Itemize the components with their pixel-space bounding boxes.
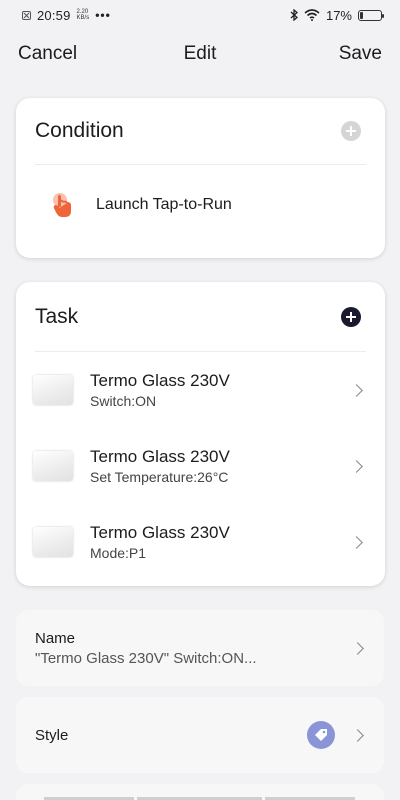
name-label: Name: [35, 629, 76, 647]
name-text: Name "Termo Glass 230V" Switch:ON...: [35, 630, 353, 667]
top-bar: Cancel Edit Save: [0, 36, 400, 72]
style-badge: [307, 721, 335, 749]
device-thumbnail: [33, 451, 73, 481]
tag-icon: [315, 729, 327, 741]
style-label: Style: [35, 726, 69, 744]
network-speed-unit: KB/s: [76, 15, 90, 21]
condition-item[interactable]: Launch Tap-to-Run: [16, 165, 385, 245]
task-text: Termo Glass 230V Mode:P1: [90, 523, 352, 561]
status-left: 20:59 2.20 KB/s •••: [22, 8, 111, 23]
battery-level: [360, 11, 364, 19]
task-item[interactable]: Termo Glass 230V Switch:ON: [16, 352, 385, 428]
chevron-right-icon: [351, 641, 364, 655]
chevron-right-icon: [350, 535, 363, 549]
chevron-right-icon: [350, 383, 363, 397]
wifi-icon: [304, 9, 320, 21]
name-row[interactable]: Name "Termo Glass 230V" Switch:ON...: [16, 610, 384, 686]
add-task-icon[interactable]: [341, 306, 361, 327]
more-notifications-icon: •••: [95, 8, 111, 22]
task-device-name: Termo Glass 230V: [90, 371, 230, 390]
task-action: Mode:P1: [90, 545, 147, 561]
task-device-name: Termo Glass 230V: [90, 523, 230, 542]
style-row[interactable]: Style: [16, 697, 384, 773]
task-device-name: Termo Glass 230V: [90, 447, 230, 466]
battery-percent: 17%: [325, 7, 352, 23]
condition-label: Launch Tap-to-Run: [96, 196, 232, 213]
notification-icon: [22, 10, 31, 20]
network-speed: 2.20 KB/s: [77, 9, 90, 21]
task-text: Termo Glass 230V Switch:ON: [90, 371, 352, 409]
chevron-right-icon: [351, 728, 364, 742]
device-thumbnail: [33, 375, 73, 405]
status-right: 17%: [290, 7, 384, 23]
device-thumbnail: [33, 527, 73, 557]
chevron-right-icon: [350, 459, 363, 473]
condition-header: Condition: [16, 98, 385, 164]
condition-card: Condition Launch Tap-to-Run: [16, 98, 385, 258]
name-value: "Termo Glass 230V" Switch:ON...: [35, 649, 257, 667]
task-item[interactable]: Termo Glass 230V Mode:P1: [16, 504, 385, 580]
task-action: Switch:ON: [90, 393, 157, 409]
cancel-button[interactable]: Cancel: [18, 43, 77, 65]
task-title: Task: [35, 304, 79, 328]
next-section-partial: [16, 784, 384, 800]
tap-hand-icon: [53, 193, 71, 217]
task-action: Set Temperature:26°C: [90, 469, 229, 485]
save-button[interactable]: Save: [339, 43, 382, 65]
task-header: Task: [16, 282, 385, 351]
status-bar: 20:59 2.20 KB/s ••• 17%: [0, 0, 400, 30]
status-time: 20:59: [37, 7, 71, 23]
task-text: Termo Glass 230V Set Temperature:26°C: [90, 447, 352, 485]
add-condition-icon[interactable]: [341, 121, 361, 141]
task-card: Task Termo Glass 230V Switch:ON Termo Gl…: [16, 282, 385, 586]
condition-title: Condition: [35, 119, 124, 142]
task-item[interactable]: Termo Glass 230V Set Temperature:26°C: [16, 428, 385, 504]
battery-icon: [358, 9, 384, 21]
bluetooth-icon: [290, 9, 298, 21]
